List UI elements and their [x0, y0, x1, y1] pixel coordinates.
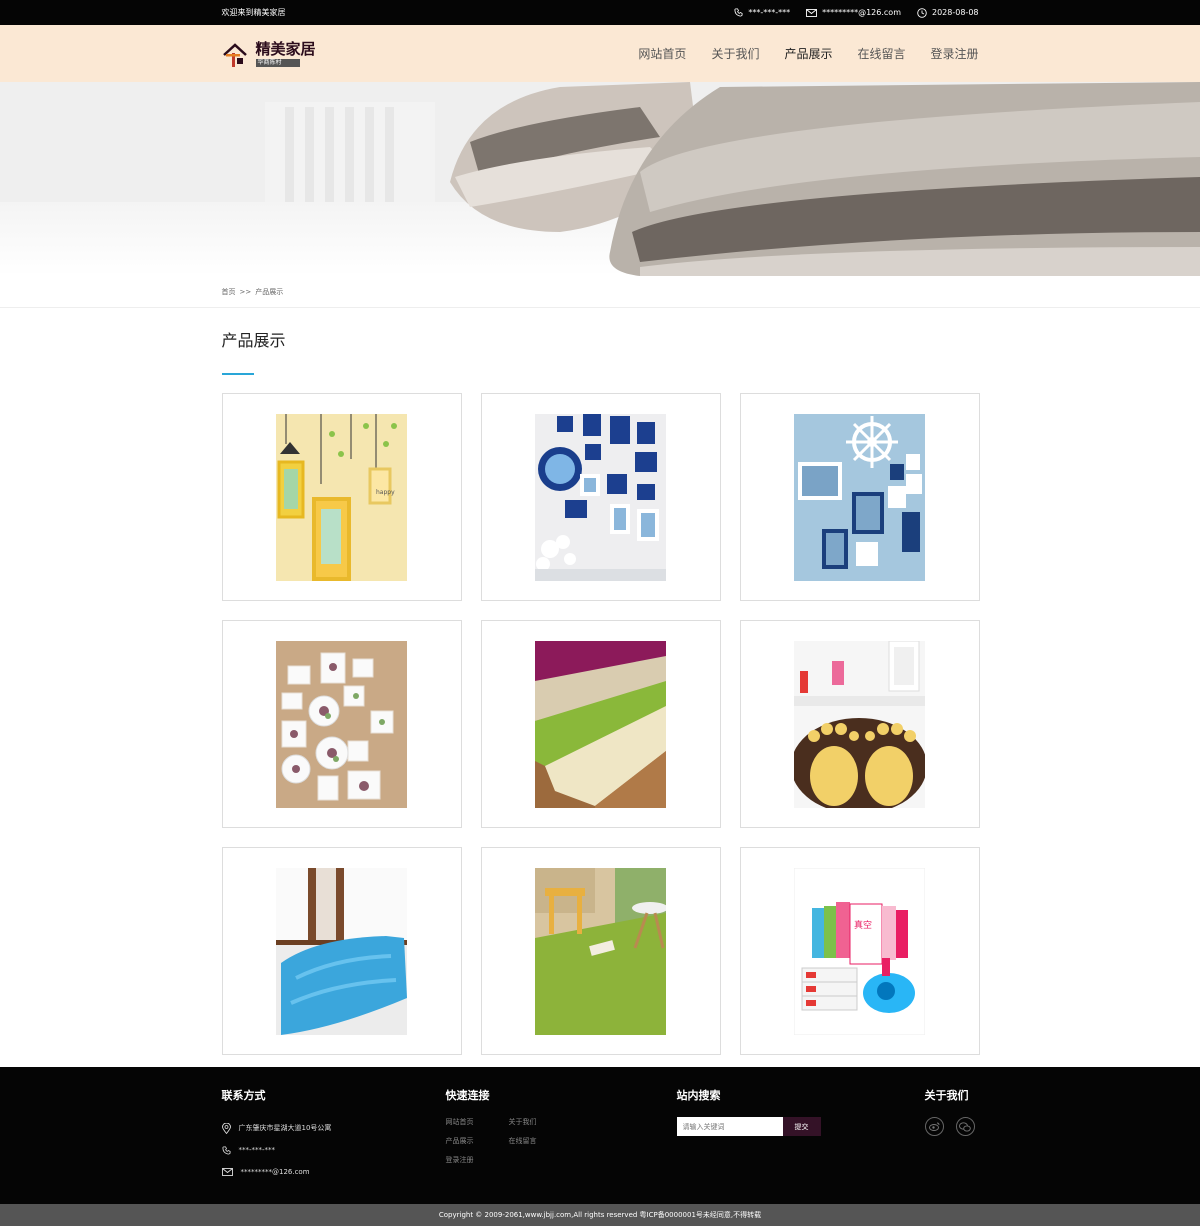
product-card[interactable] [739, 620, 980, 828]
footer-about: 关于我们 [924, 1087, 975, 1136]
footer-link-products[interactable]: 产品展示 [446, 1136, 509, 1146]
footer-contact-title: 联系方式 [221, 1089, 266, 1102]
breadcrumb-separator: >> [239, 288, 252, 296]
footer-address-text: 广东肇庆市星湖大道10号公寓 [238, 1124, 332, 1132]
green-shag-rug-image[interactable] [535, 867, 666, 1035]
section-title: 产品展示 [221, 331, 286, 350]
site-header: 精美家居 华商陈村 网站首页 关于我们 产品展示 在线留言 登录注册 [0, 25, 1200, 82]
search-input[interactable] [676, 1117, 783, 1136]
product-card[interactable] [221, 847, 462, 1055]
photo-wall-birdcage-image[interactable]: happy [276, 413, 407, 581]
footer-address: 广东肇庆市星湖大道10号公寓 [221, 1117, 332, 1139]
footer-about-title: 关于我们 [924, 1089, 969, 1102]
house-logo-icon [222, 42, 247, 67]
product-card[interactable]: 真空 [739, 847, 980, 1055]
svg-text:happy: happy [376, 489, 395, 496]
footer-phone: ***-***-*** [221, 1139, 332, 1161]
site-footer: 联系方式 广东肇庆市星湖大道10号公寓 ***-***-*** ********… [0, 1067, 1200, 1204]
footer-email-text: *********@126.com [240, 1168, 310, 1176]
footer-quick-links: 快速连接 网站首页 关于我们 产品展示 在线留言 登录注册 [446, 1087, 572, 1165]
nav-about[interactable]: 关于我们 [711, 45, 759, 62]
product-grid: happy 真空 [221, 393, 980, 1055]
wechat-icon[interactable] [955, 1117, 975, 1136]
footer-link-home[interactable]: 网站首页 [446, 1117, 509, 1127]
search-submit-button[interactable]: 提交 [782, 1117, 821, 1136]
nav-login[interactable]: 登录注册 [930, 45, 978, 62]
topbar-email-text: *********@126.com [822, 8, 901, 17]
pillows-banner-image [0, 82, 1200, 276]
footer-search-title: 站内搜索 [676, 1089, 721, 1102]
nav-guestbook[interactable]: 在线留言 [857, 45, 905, 62]
product-card[interactable] [739, 393, 980, 601]
product-card[interactable] [480, 393, 721, 601]
topbar-date-text: 2028-08-08 [932, 8, 979, 17]
topbar-email: *********@126.com [806, 8, 901, 17]
mail-icon [221, 1168, 233, 1176]
nav-products[interactable]: 产品展示 [784, 45, 832, 62]
vacuum-storage-bags-image[interactable]: 真空 [794, 867, 925, 1035]
logo-subtitle: 华商陈村 [255, 58, 300, 67]
footer-link-guestbook[interactable]: 在线留言 [509, 1136, 572, 1146]
phone-icon [221, 1145, 231, 1155]
products-section: 产品展示 happy 真空 [221, 331, 980, 1055]
photo-wall-blue-frames-image[interactable] [535, 413, 666, 581]
welcome-text: 欢迎来到精美家居 [221, 8, 286, 17]
location-pin-icon [221, 1122, 231, 1134]
product-card[interactable] [480, 847, 721, 1055]
footprint-bath-mat-image[interactable] [794, 640, 925, 808]
footer-link-about[interactable]: 关于我们 [509, 1117, 572, 1127]
copyright-text: Copyright © 2009-2061,www.jbjj.com,All r… [438, 1211, 762, 1219]
breadcrumb-current: 产品展示 [255, 288, 284, 296]
shag-rugs-colors-image[interactable] [535, 640, 666, 808]
logo[interactable]: 精美家居 华商陈村 [222, 39, 316, 69]
product-card[interactable] [221, 620, 462, 828]
weibo-icon[interactable] [924, 1117, 944, 1136]
mail-icon [806, 8, 818, 17]
topbar-date: 2028-08-08 [917, 7, 979, 18]
footer-contact: 联系方式 广东肇庆市星湖大道10号公寓 ***-***-*** ********… [222, 1087, 332, 1183]
photo-wall-ship-wheel-image[interactable] [794, 413, 925, 581]
product-card[interactable] [480, 620, 721, 828]
section-accent-line [221, 373, 254, 375]
footer-search: 站内搜索 提交 [676, 1087, 821, 1136]
breadcrumb: 首页 >> 产品展示 [0, 276, 1200, 308]
footer-link-login[interactable]: 登录注册 [446, 1155, 509, 1165]
phone-icon [734, 8, 743, 17]
hero-banner [0, 82, 1200, 276]
topbar-phone: ***-***-*** [734, 8, 790, 17]
footer-links-title: 快速连接 [445, 1089, 490, 1102]
main-nav: 网站首页 关于我们 产品展示 在线留言 登录注册 [638, 45, 978, 62]
footer-email: *********@126.com [221, 1161, 332, 1183]
copyright-bar: Copyright © 2009-2061,www.jbjj.com,All r… [0, 1204, 1200, 1226]
logo-title: 精美家居 [255, 39, 316, 58]
topbar-phone-text: ***-***-*** [748, 8, 791, 17]
blue-chenille-mat-image[interactable] [276, 867, 407, 1035]
product-card[interactable]: happy [221, 393, 462, 601]
breadcrumb-home[interactable]: 首页 [222, 287, 236, 297]
top-bar: 欢迎来到精美家居 ***-***-*** *********@126.com 2… [0, 0, 1200, 25]
nav-home[interactable]: 网站首页 [638, 45, 686, 62]
svg-text:真空: 真空 [854, 919, 872, 931]
footer-phone-text: ***-***-*** [238, 1146, 276, 1154]
photo-wall-floral-image[interactable] [276, 640, 407, 808]
clock-icon [917, 7, 927, 18]
